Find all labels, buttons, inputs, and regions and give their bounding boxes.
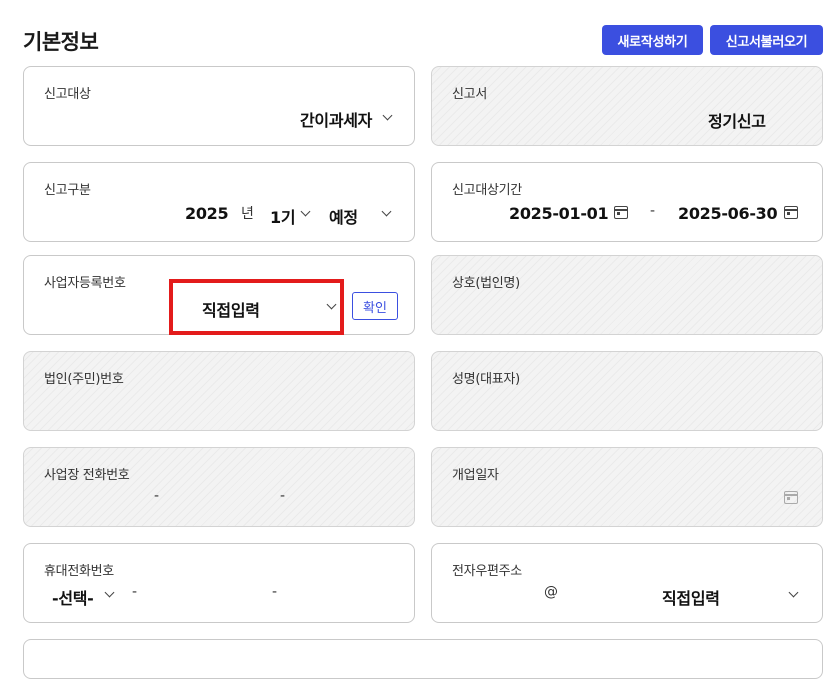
period-start-input[interactable]: 2025-01-01 (509, 204, 609, 223)
open-date-card: 개업일자 (431, 447, 823, 527)
chevron-down-icon (104, 587, 115, 598)
confirm-button[interactable]: 확인 (352, 292, 398, 320)
next-field-card (23, 639, 823, 679)
email-domain-select[interactable]: 직접입력 (652, 584, 804, 608)
filing-target-select[interactable]: 간이과세자 (294, 107, 394, 130)
chevron-down-icon (788, 587, 799, 598)
period-end-input[interactable]: 2025-06-30 (678, 204, 778, 223)
filing-period-value: 1기 (270, 208, 296, 227)
email-label: 전자우편주소 (452, 564, 522, 579)
chevron-down-icon (300, 206, 311, 217)
filing-form-card: 신고서 정기신고 (431, 66, 823, 146)
load-form-button[interactable]: 신고서불러오기 (710, 25, 823, 55)
filing-form-label: 신고서 (452, 87, 487, 102)
filing-form-value: 정기신고 (708, 112, 766, 131)
phone-separator: - (154, 488, 160, 504)
calendar-icon[interactable] (784, 206, 798, 219)
section-title: 기본정보 (23, 30, 99, 54)
filing-kind-value: 예정 (329, 208, 358, 227)
chevron-down-icon (382, 110, 393, 121)
email-at-sign: @ (544, 584, 558, 600)
open-date-label: 개업일자 (452, 468, 499, 483)
corp-reg-card: 법인(주민)번호 (23, 351, 415, 431)
company-name-label: 상호(법인명) (452, 276, 520, 291)
filing-type-label: 신고구분 (44, 183, 91, 198)
phone-separator: - (132, 584, 138, 600)
filing-period-label: 신고대상기간 (452, 183, 522, 198)
email-card: 전자우편주소 @ 직접입력 (431, 543, 823, 623)
filing-kind-select[interactable]: 예정 (329, 203, 399, 227)
filing-target-value: 간이과세자 (300, 111, 373, 130)
calendar-icon (784, 491, 798, 504)
filing-period-card: 신고대상기간 2025-01-01 - 2025-06-30 (431, 162, 823, 242)
company-name-card: 상호(법인명) (431, 255, 823, 335)
mobile-phone-card: 휴대전화번호 -선택- - - (23, 543, 415, 623)
mobile-phone-label: 휴대전화번호 (44, 564, 114, 579)
business-phone-label: 사업장 전화번호 (44, 468, 130, 483)
phone-separator: - (280, 488, 286, 504)
filing-target-card: 신고대상 간이과세자 (23, 66, 415, 146)
new-form-button[interactable]: 새로작성하기 (602, 25, 703, 55)
filing-target-label: 신고대상 (44, 87, 91, 102)
mobile-prefix-select[interactable]: -선택- (52, 584, 118, 608)
filing-type-card: 신고구분 2025 년 1기 예정 (23, 162, 415, 242)
corp-reg-label: 법인(주민)번호 (44, 372, 124, 387)
business-phone-card: 사업장 전화번호 - - (23, 447, 415, 527)
calendar-icon[interactable] (614, 206, 628, 219)
chevron-down-icon (381, 206, 392, 217)
representative-label: 성명(대표자) (452, 372, 520, 387)
highlight-box (169, 279, 344, 335)
email-domain-value: 직접입력 (662, 589, 720, 608)
mobile-prefix-value: -선택- (52, 589, 94, 608)
filing-year-input[interactable]: 2025 (185, 204, 229, 223)
filing-period-select[interactable]: 1기 (270, 203, 320, 227)
filing-year-unit: 년 (241, 206, 254, 222)
representative-card: 성명(대표자) (431, 351, 823, 431)
phone-separator: - (272, 584, 278, 600)
business-reg-label: 사업자등록번호 (44, 276, 126, 291)
period-separator: - (650, 203, 656, 219)
